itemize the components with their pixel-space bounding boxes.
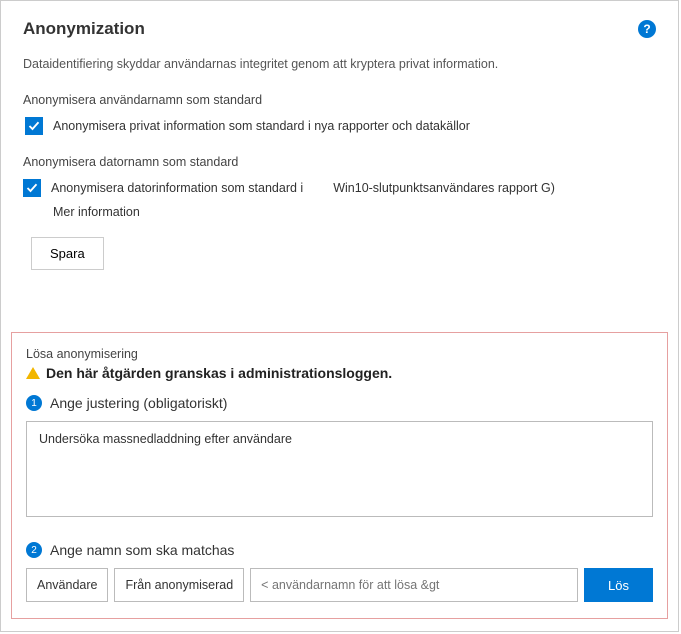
check-icon bbox=[28, 120, 40, 132]
check-icon bbox=[26, 182, 38, 194]
resolve-title: Lösa anonymisering bbox=[26, 347, 653, 361]
justification-input[interactable] bbox=[26, 421, 653, 517]
step-2-badge: 2 bbox=[26, 542, 42, 558]
checkbox-anonymize-machines[interactable] bbox=[23, 179, 41, 197]
section-label-usernames: Anonymisera användarnamn som standard bbox=[23, 93, 656, 107]
step-2-label: Ange namn som ska matchas bbox=[50, 542, 234, 558]
checkbox-label-usernames: Anonymisera privat information som stand… bbox=[53, 117, 470, 133]
anonymization-panel: Anonymization ? Dataidentifiering skydda… bbox=[0, 0, 679, 632]
warning-text: Den här åtgärden granskas i administrati… bbox=[46, 365, 392, 381]
step-2-row: 2 Ange namn som ska matchas bbox=[26, 542, 653, 558]
save-button[interactable]: Spara bbox=[31, 237, 104, 270]
entity-type-select[interactable]: Användare bbox=[26, 568, 108, 602]
help-icon[interactable]: ? bbox=[638, 20, 656, 38]
warning-row: Den här åtgärden granskas i administrati… bbox=[26, 365, 653, 381]
checkbox-row-machines: Anonymisera datorinformation som standar… bbox=[23, 179, 656, 197]
match-controls-row: Användare Från anonymiserad Lös bbox=[26, 568, 653, 602]
checkbox-label-machines: Anonymisera datorinformation som standar… bbox=[51, 179, 303, 195]
step-1-label: Ange justering (obligatoriskt) bbox=[50, 395, 227, 411]
report-name: Win10-slutpunktsanvändares rapport G) bbox=[333, 179, 555, 195]
section-label-machines: Anonymisera datornamn som standard bbox=[23, 155, 656, 169]
warning-icon bbox=[26, 367, 40, 379]
step-1-row: 1 Ange justering (obligatoriskt) bbox=[26, 395, 653, 411]
panel-header: Anonymization ? bbox=[23, 19, 656, 39]
resolve-button[interactable]: Lös bbox=[584, 568, 653, 602]
direction-select[interactable]: Från anonymiserad bbox=[114, 568, 244, 602]
anonymize-username-section: Anonymisera användarnamn som standard An… bbox=[23, 93, 656, 135]
username-input[interactable] bbox=[250, 568, 578, 602]
resolve-anonymization-box: Lösa anonymisering Den här åtgärden gran… bbox=[11, 332, 668, 619]
page-title: Anonymization bbox=[23, 19, 145, 39]
page-description: Dataidentifiering skyddar användarnas in… bbox=[23, 57, 656, 71]
more-info-link[interactable]: Mer information bbox=[53, 205, 656, 219]
checkbox-anonymize-usernames[interactable] bbox=[25, 117, 43, 135]
step-1-badge: 1 bbox=[26, 395, 42, 411]
checkbox-row-usernames: Anonymisera privat information som stand… bbox=[23, 117, 656, 135]
anonymize-machinename-section: Anonymisera datornamn som standard Anony… bbox=[23, 155, 656, 219]
